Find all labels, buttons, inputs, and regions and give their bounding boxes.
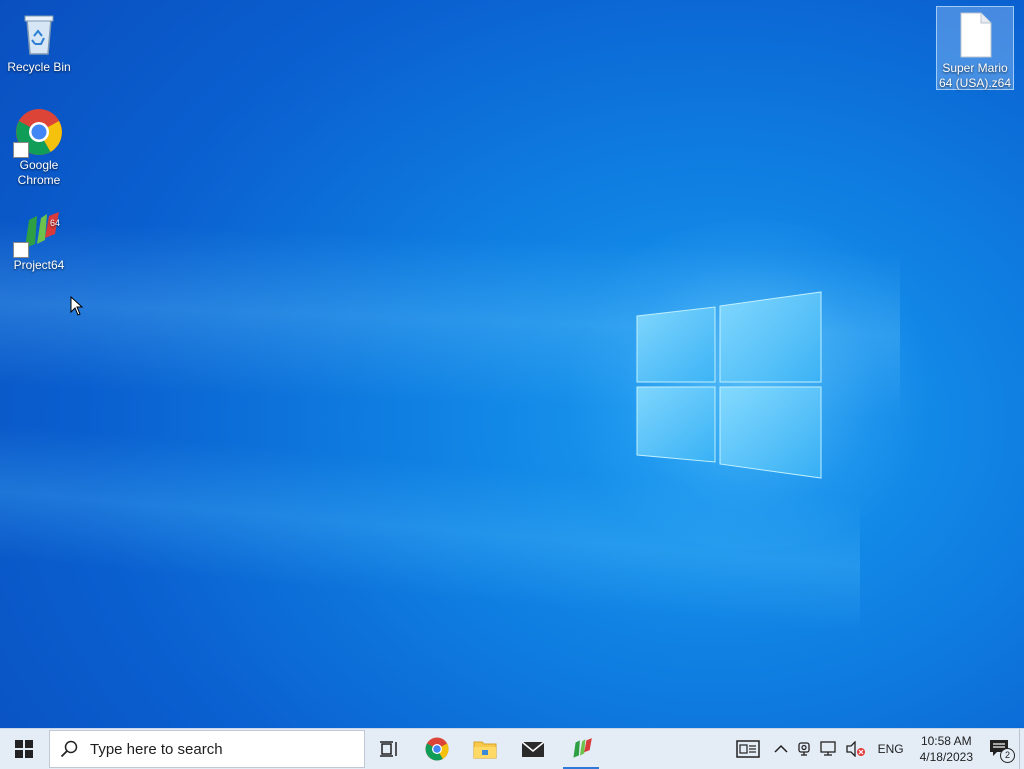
task-view-button[interactable]: [365, 729, 413, 769]
action-center-button[interactable]: 2: [981, 729, 1019, 769]
mail-icon: [521, 741, 545, 757]
desktop-icon-label: Recycle Bin: [7, 60, 71, 74]
clock-time: 10:58 AM: [920, 734, 972, 748]
chrome-icon: [425, 737, 449, 761]
svg-text:64: 64: [50, 218, 60, 228]
chevron-up-icon: [774, 744, 788, 753]
news-icon: [735, 740, 760, 758]
webcam-icon: [797, 742, 810, 756]
volume-muted-icon: [845, 741, 865, 757]
chrome-icon: [13, 108, 63, 158]
windows-wallpaper-logo: [636, 291, 822, 479]
recycle-bin-icon: [15, 10, 63, 58]
show-hidden-icons-button[interactable]: [770, 729, 792, 769]
mouse-cursor-icon: [70, 296, 84, 316]
taskbar-file-explorer-button[interactable]: [461, 729, 509, 769]
desktop-icon-recycle-bin[interactable]: Recycle Bin: [1, 6, 77, 75]
language-indicator[interactable]: ENG: [870, 729, 912, 769]
shortcut-arrow-icon: [13, 242, 29, 258]
tray-network-button[interactable]: [816, 729, 842, 769]
notification-count-badge: 2: [1000, 748, 1015, 763]
desktop-icon-label: Google Chrome: [17, 158, 61, 187]
project64-icon: [573, 738, 592, 758]
start-button[interactable]: [0, 729, 48, 769]
taskbar-project64-button[interactable]: [557, 729, 605, 769]
taskbar-mail-button[interactable]: [509, 729, 557, 769]
taskbar: ENG 10:58 AM 4/18/2023 2: [0, 728, 1024, 769]
taskbar-chrome-button[interactable]: [413, 729, 461, 769]
network-icon: [819, 741, 836, 756]
search-icon: [50, 740, 88, 758]
desktop[interactable]: Recycle Bin Google Chrome 64 Project64 S…: [0, 0, 1024, 728]
clock-date: 4/18/2023: [919, 750, 973, 764]
file-icon: [951, 11, 999, 59]
desktop-icon-project64[interactable]: 64 Project64: [1, 204, 77, 273]
tray-meet-button[interactable]: [792, 729, 816, 769]
desktop-icon-label: Project64: [13, 258, 65, 272]
system-tray: ENG 10:58 AM 4/18/2023 2: [726, 729, 1024, 769]
news-widget-button[interactable]: [726, 729, 770, 769]
taskbar-clock[interactable]: 10:58 AM 4/18/2023: [912, 733, 981, 765]
taskbar-search-box[interactable]: [49, 730, 365, 768]
task-view-icon: [380, 741, 397, 757]
desktop-icon-google-chrome[interactable]: Google Chrome: [1, 104, 77, 188]
shortcut-arrow-icon: [13, 142, 29, 158]
search-input[interactable]: [88, 739, 352, 759]
project64-icon: 64: [13, 208, 63, 258]
show-desktop-button[interactable]: [1019, 729, 1024, 769]
desktop-icon-label: Super Mario 64 (USA).z64: [938, 61, 1012, 90]
folder-icon: [473, 741, 497, 759]
windows-logo-icon: [15, 740, 33, 758]
tray-volume-button[interactable]: [842, 729, 870, 769]
desktop-icon-super-mario-64-file[interactable]: Super Mario 64 (USA).z64: [936, 6, 1014, 90]
